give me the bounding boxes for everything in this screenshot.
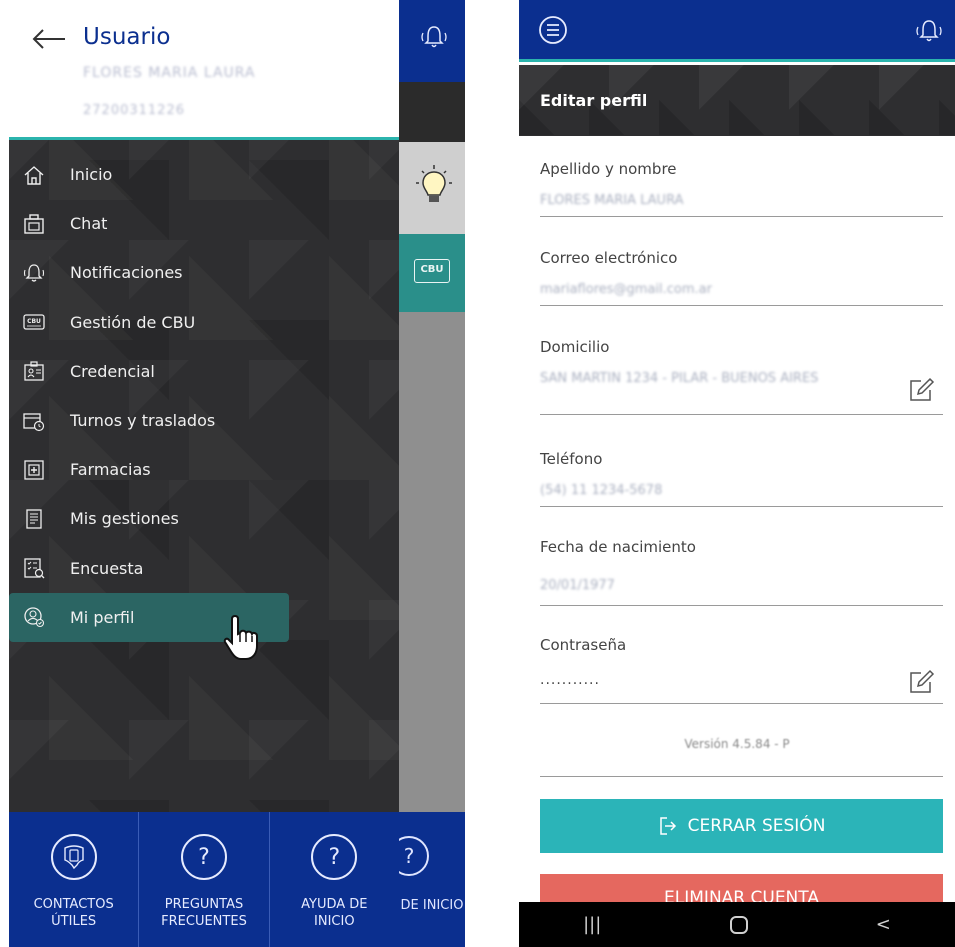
user-id: 27200311226 (83, 103, 185, 118)
address-field[interactable]: Domicilio SAN MARTIN 1234 - PILAR - BUEN… (540, 338, 943, 415)
bell-icon[interactable] (914, 16, 944, 46)
recents-button[interactable]: ||| (583, 914, 601, 935)
menu-icon[interactable] (537, 14, 569, 46)
name-field[interactable]: Apellido y nombre FLORES MARIA LAURA (540, 160, 943, 217)
hand-pointer-icon (223, 614, 258, 660)
footer-label: PREGUNTAS FRECUENTES (161, 897, 247, 929)
field-value: FLORES MARIA LAURA (540, 193, 684, 208)
field-value: SAN MARTIN 1234 - PILAR - BUENOS AIRES (540, 371, 819, 386)
survey-icon (24, 558, 45, 579)
background-footer-label: DE INICIO (400, 898, 464, 913)
menu-item-label: Credencial (70, 361, 155, 381)
bell-icon[interactable] (419, 22, 449, 52)
logout-button[interactable]: CERRAR SESIÓN (540, 799, 943, 853)
lightbulb-icon (416, 165, 452, 202)
field-value: (54) 11 1234-5678 (540, 483, 663, 498)
app-header (519, 0, 955, 62)
app-version: Versión 4.5.84 - P (684, 737, 790, 751)
left-phone-screen: CBU ? DE INICIO Usuario FLORES MARIA LAU… (9, 0, 465, 947)
preguntas-frecuentes-button[interactable]: ? PREGUNTAS FRECUENTES (139, 812, 270, 947)
cbu-icon: CBU (23, 314, 45, 330)
menu-item-label: Chat (70, 214, 108, 234)
field-value: ........... (540, 672, 600, 688)
drawer-footer: CONTACTOS ÚTILES ? PREGUNTAS FRECUENTES ? … (9, 812, 399, 947)
menu-item-label: Turnos y traslados (70, 411, 216, 431)
navigation-drawer: Usuario FLORES MARIA LAURA 27200311226 I… (9, 0, 399, 947)
ayuda-de-inicio-button[interactable]: ? AYUDA DE INICIO (270, 812, 399, 947)
menu-item-credencial[interactable]: Credencial (9, 347, 399, 396)
back-button[interactable]: < (876, 914, 891, 935)
menu-item-label: Mis gestiones (70, 509, 179, 529)
field-label: Teléfono (540, 450, 603, 468)
background-banner (399, 82, 465, 142)
menu-item-encuesta[interactable]: Encuesta (9, 544, 399, 593)
drawer-header: Usuario FLORES MARIA LAURA 27200311226 (9, 0, 399, 140)
credential-icon (24, 361, 44, 381)
logout-label: CERRAR SESIÓN (687, 816, 826, 836)
menu-item-label: Farmacias (70, 460, 151, 480)
page-title: Editar perfil (540, 91, 648, 110)
background-footer (399, 812, 465, 947)
menu-item-label: Notificaciones (70, 263, 183, 283)
field-label: Apellido y nombre (540, 160, 677, 178)
chat-icon (24, 214, 44, 234)
footer-label: AYUDA DE INICIO (301, 897, 368, 929)
edit-icon[interactable] (907, 668, 935, 696)
edit-icon[interactable] (907, 376, 935, 404)
profile-icon (24, 607, 45, 628)
background-overlay (399, 312, 465, 812)
menu-item-cbu[interactable]: CBU Gestión de CBU (9, 298, 399, 347)
divider (540, 776, 943, 777)
document-list-icon (26, 509, 42, 529)
menu-item-turnos[interactable]: Turnos y traslados (9, 396, 399, 445)
question-icon: ? (311, 834, 358, 880)
back-arrow-icon[interactable] (31, 24, 67, 54)
field-value: 20/01/1977 (540, 578, 615, 593)
menu-item-notificaciones[interactable]: Notificaciones (9, 248, 399, 297)
field-value: mariaflores@gmail.com.ar (540, 282, 712, 297)
field-label: Domicilio (540, 338, 610, 356)
contactos-utiles-button[interactable]: CONTACTOS ÚTILES (9, 812, 140, 947)
phone-contact-icon (50, 834, 97, 880)
system-navigation-bar: ||| < (519, 902, 955, 947)
pharmacy-icon (24, 460, 44, 480)
phone-field[interactable]: Teléfono (54) 11 1234-5678 (540, 450, 943, 507)
menu-item-chat[interactable]: Chat (9, 199, 399, 248)
field-label: Fecha de nacimiento (540, 538, 696, 556)
menu-item-label: Mi perfil (70, 607, 135, 627)
field-label: Contraseña (540, 636, 627, 654)
email-field[interactable]: Correo electrónico mariaflores@gmail.com… (540, 249, 943, 306)
cbu-badge-icon: CBU (414, 259, 450, 283)
menu-item-inicio[interactable]: Inicio (9, 150, 399, 199)
calendar-icon (23, 412, 45, 431)
footer-label: CONTACTOS ÚTILES (33, 897, 114, 929)
birthdate-field[interactable]: Fecha de nacimiento 20/01/1977 (540, 538, 943, 606)
menu-item-label: Gestión de CBU (70, 312, 196, 332)
field-label: Correo electrónico (540, 249, 678, 267)
logout-icon (659, 817, 676, 835)
question-icon: ? (180, 834, 227, 880)
menu-item-farmacias[interactable]: Farmacias (9, 445, 399, 494)
bell-icon (23, 264, 45, 282)
menu-item-mis-gestiones[interactable]: Mis gestiones (9, 494, 399, 543)
right-phone-screen: Editar perfil Apellido y nombre FLORES M… (519, 0, 955, 947)
svg-text:CBU: CBU (27, 318, 41, 325)
drawer-title: Usuario (83, 24, 171, 50)
menu-item-label: Inicio (70, 165, 113, 185)
home-button[interactable] (729, 915, 748, 934)
drawer-menu: Inicio Chat Notificaciones CBU Gestión d… (9, 150, 399, 642)
page-banner: Editar perfil (519, 65, 955, 136)
home-icon (24, 165, 44, 185)
password-field[interactable]: Contraseña ........... (540, 636, 943, 704)
user-name: FLORES MARIA LAURA (83, 65, 256, 81)
menu-item-label: Encuesta (70, 558, 144, 578)
